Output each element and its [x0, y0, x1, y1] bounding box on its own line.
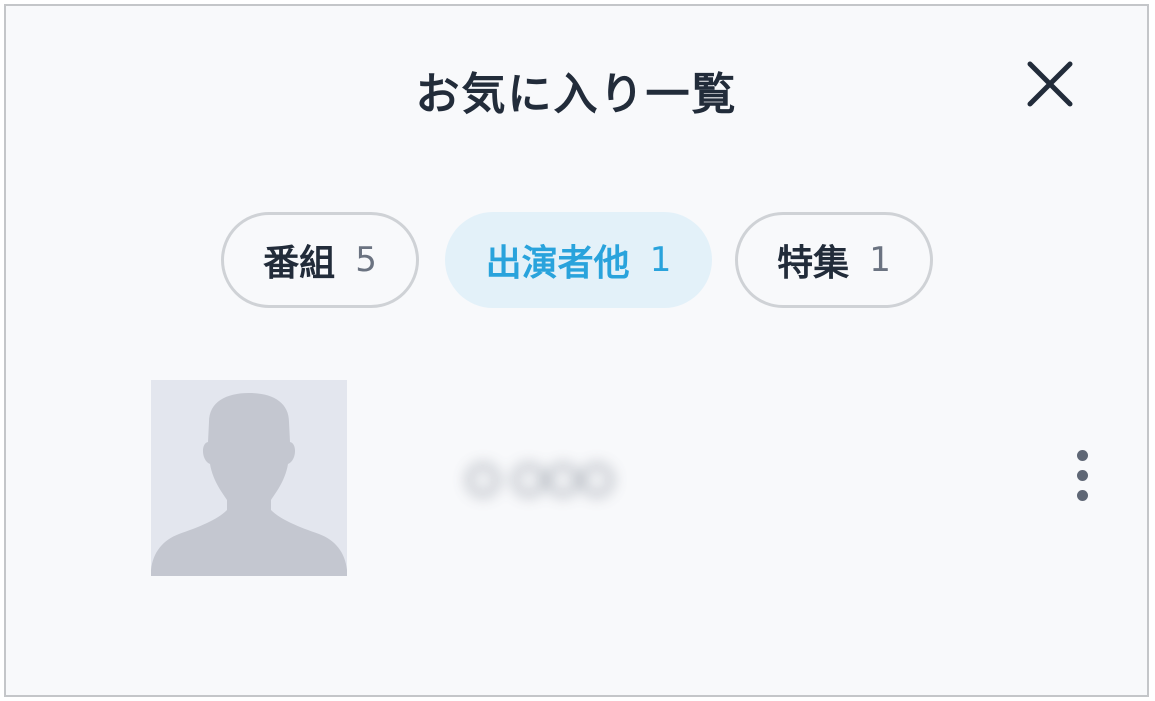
- performer-name: 〇 〇〇〇: [466, 462, 614, 502]
- more-vertical-icon-dot: [1077, 470, 1088, 481]
- more-vertical-icon: [1077, 450, 1088, 461]
- tab-programs-count: 5: [355, 240, 377, 280]
- close-button[interactable]: [1020, 54, 1080, 114]
- tab-performers-count: 1: [649, 240, 672, 280]
- tab-features-label: 特集: [777, 243, 850, 284]
- tab-programs-label: 番組: [263, 243, 336, 284]
- tab-performers[interactable]: 出演者他 1: [445, 212, 712, 308]
- favorites-dialog: お気に入り一覧 番組 5 出演者他 1 特集 1 〇 〇〇〇: [4, 4, 1149, 697]
- dialog-title: お気に入り一覧: [415, 69, 738, 120]
- avatar: [151, 380, 347, 576]
- more-options-button[interactable]: [1068, 450, 1096, 514]
- tab-features[interactable]: 特集 1: [735, 212, 933, 308]
- close-icon: [1027, 61, 1073, 107]
- tab-programs[interactable]: 番組 5: [221, 212, 419, 308]
- tab-performers-label: 出演者他: [485, 243, 630, 284]
- person-silhouette-icon: [151, 393, 347, 576]
- tab-features-count: 1: [869, 240, 891, 280]
- more-vertical-icon-dot: [1077, 490, 1088, 501]
